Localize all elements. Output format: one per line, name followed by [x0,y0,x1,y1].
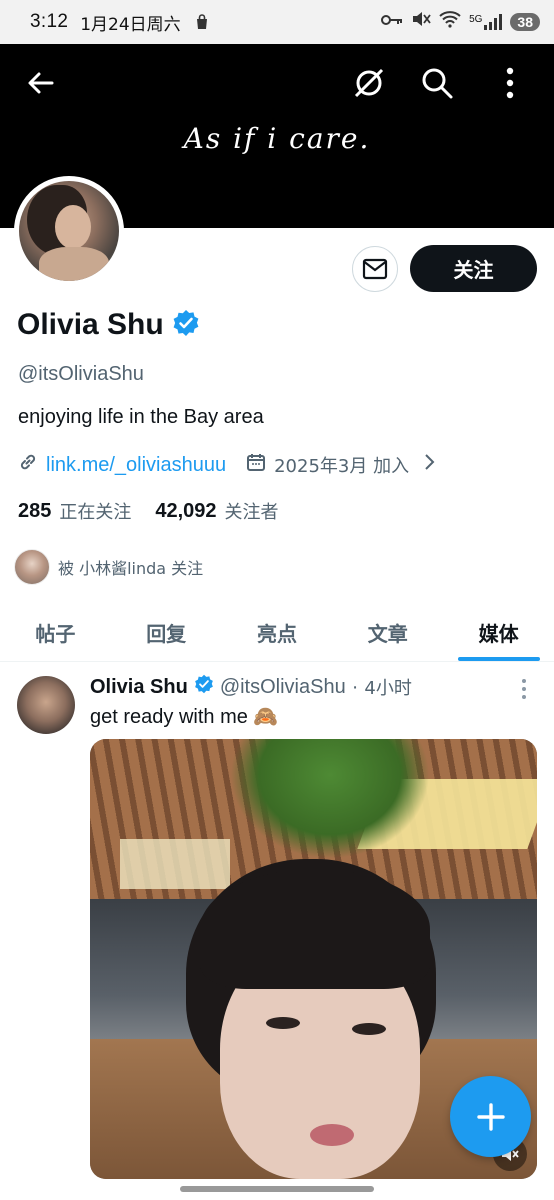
plus-icon [476,1102,505,1131]
profile-bio: enjoying life in the Bay area [18,406,264,428]
message-button[interactable] [352,246,398,292]
follow-stats: 285 正在关注 42,092 关注者 [18,498,279,524]
tab-replies[interactable]: 回复 [111,604,222,661]
verified-badge-icon [194,674,214,700]
chevron-right-icon[interactable] [423,453,435,477]
post-separator: · [351,675,359,698]
tab-posts[interactable]: 帖子 [0,604,111,661]
status-date: 1月24日周六 [80,14,181,35]
tab-articles[interactable]: 文章 [332,604,443,661]
shopping-bag-icon [193,13,211,31]
tab-media[interactable]: 媒体 [443,604,554,661]
envelope-icon [362,258,388,280]
video-person-fringe [200,869,430,989]
followers-label[interactable]: 关注者 [225,498,279,524]
video-plants [230,739,430,859]
video-light [120,839,230,889]
banner-tagline: As if i care. [183,122,371,155]
post-author-name[interactable]: Olivia Shu [90,676,188,699]
profile-avatar[interactable] [14,176,124,286]
back-arrow-icon[interactable] [22,64,60,102]
wifi-icon [439,10,461,34]
search-icon[interactable] [418,64,456,102]
post-avatar[interactable] [17,676,75,734]
profile-link[interactable]: link.me/_oliviashuuu [46,454,226,477]
network-type: 5G [469,14,483,25]
verified-badge-icon [172,309,200,342]
post-more-icon[interactable] [514,676,534,702]
join-date: 2025年3月 加入 [274,456,410,477]
followed-by-text: 被 小林酱linda 关注 [58,559,204,578]
tab-highlights[interactable]: 亮点 [222,604,333,661]
follow-button[interactable]: 关注 [410,245,537,292]
profile-meta: link.me/_oliviashuuu 2025年3月 加入 [18,452,435,478]
link-icon [18,452,38,478]
grok-icon[interactable] [350,64,388,102]
post-header: Olivia Shu @itsOliviaShu · 4小时 [90,674,412,700]
post-time[interactable]: 4小时 [364,674,411,700]
followed-by-row[interactable]: 被 小林酱linda 关注 [14,549,203,585]
status-bar: 3:12 1月24日周六 5G 38 [0,0,554,44]
video-person-mouth [310,1124,354,1146]
post-author-handle[interactable]: @itsOliviaShu [220,676,346,699]
calendar-icon [246,452,266,478]
video-person-eye [352,1023,386,1035]
following-label[interactable]: 正在关注 [59,498,131,524]
more-vertical-icon[interactable] [491,64,529,102]
avatar-face [55,205,91,249]
followers-count[interactable]: 42,092 [155,500,216,523]
compose-post-button[interactable] [450,1076,531,1157]
avatar-body [39,247,109,281]
profile-name: Olivia Shu [17,308,164,341]
key-icon [381,11,403,33]
post-text: get ready with me 🙈 [90,706,279,728]
profile-tabs: 帖子 回复 亮点 文章 媒体 [0,604,554,662]
following-count[interactable]: 285 [18,500,51,523]
battery-indicator: 38 [510,13,540,31]
follower-avatar [14,549,50,585]
profile-name-row: Olivia Shu [17,308,200,342]
mute-icon [411,10,431,34]
video-person-eye [266,1017,300,1029]
profile-handle: @itsOliviaShu [18,363,144,385]
home-indicator[interactable] [180,1186,374,1192]
signal-icon: 5G [469,14,503,30]
status-time: 3:12 [30,11,69,32]
